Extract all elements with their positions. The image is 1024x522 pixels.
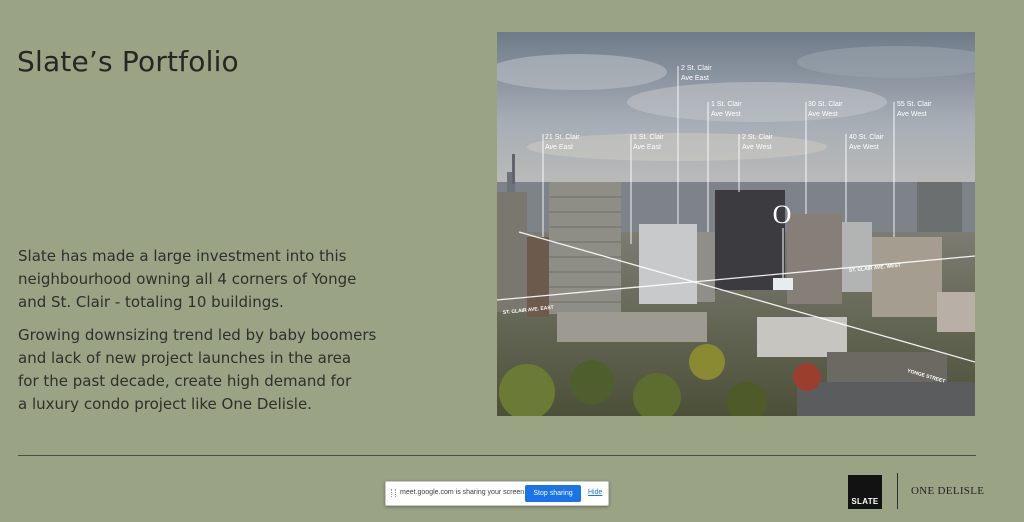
slate-logo: SLATE [848, 475, 882, 509]
paragraph-line: Growing downsizing trend led by baby boo… [18, 326, 377, 344]
footer-divider [18, 455, 976, 456]
label-2-st-clair-ave-east-2: Ave East [681, 75, 709, 82]
label-21-st-clair-ave-east: 21 St. Clair [545, 134, 580, 141]
label-1-st-clair-ave-west: 1 St. Clair [711, 101, 742, 108]
label-2-st-clair-ave-west: 2 St. Clair [742, 134, 773, 141]
share-message: meet.google.com is sharing your screen. [400, 489, 527, 496]
label-1-st-clair-ave-east-2: Ave East [633, 144, 661, 151]
paragraph-line: for the past decade, create high demand … [18, 372, 352, 390]
tower-1-st-clair-east [639, 224, 697, 304]
label-40-st-clair-ave-west: 40 St. Clair [849, 134, 884, 141]
one-delisle-marker: O [773, 200, 792, 229]
label-55-st-clair-ave-west: 55 St. Clair [897, 101, 932, 108]
label-30-st-clair-ave-west-2: Ave West [808, 111, 838, 118]
paragraph-line: Slate has made a large investment into t… [18, 247, 347, 265]
logo-separator [897, 473, 898, 509]
screen-share-bar: meet.google.com is sharing your screen. … [385, 481, 609, 506]
label-30-st-clair-ave-west: 30 St. Clair [808, 101, 843, 108]
label-2-st-clair-ave-east: 2 St. Clair [681, 65, 712, 72]
paragraph-line: and St. Clair - totaling 10 buildings. [18, 293, 284, 311]
aerial-city-photo: O 21 St. Clair Ave East 1 St. Clair Ave … [497, 32, 975, 416]
label-55-st-clair-ave-west-2: Ave West [897, 111, 927, 118]
label-2-st-clair-ave-west-2: Ave West [742, 144, 772, 151]
paragraph-line: neighbourhood owning all 4 corners of Yo… [18, 270, 357, 288]
one-delisle-brand: ONE DELISLE [911, 485, 985, 497]
label-40-st-clair-ave-west-2: Ave West [849, 144, 879, 151]
label-1-st-clair-ave-west-2: Ave West [711, 111, 741, 118]
paragraph-line: a luxury condo project like One Delisle. [18, 395, 312, 413]
drag-handle-icon[interactable] [391, 489, 396, 497]
paragraph-demand: Growing downsizing trend led by baby boo… [18, 324, 398, 416]
slide-title: Slate’s Portfolio [17, 44, 239, 78]
slate-logo-text: SLATE [851, 497, 879, 506]
paragraph-line: and lack of new project launches in the … [18, 349, 352, 367]
label-21-st-clair-ave-east-2: Ave East [545, 144, 573, 151]
paragraph-ownership: Slate has made a large investment into t… [18, 245, 398, 314]
hide-link[interactable]: Hide [588, 489, 602, 496]
label-1-st-clair-ave-east: 1 St. Clair [633, 134, 664, 141]
stop-sharing-button[interactable]: Stop sharing [525, 485, 581, 502]
